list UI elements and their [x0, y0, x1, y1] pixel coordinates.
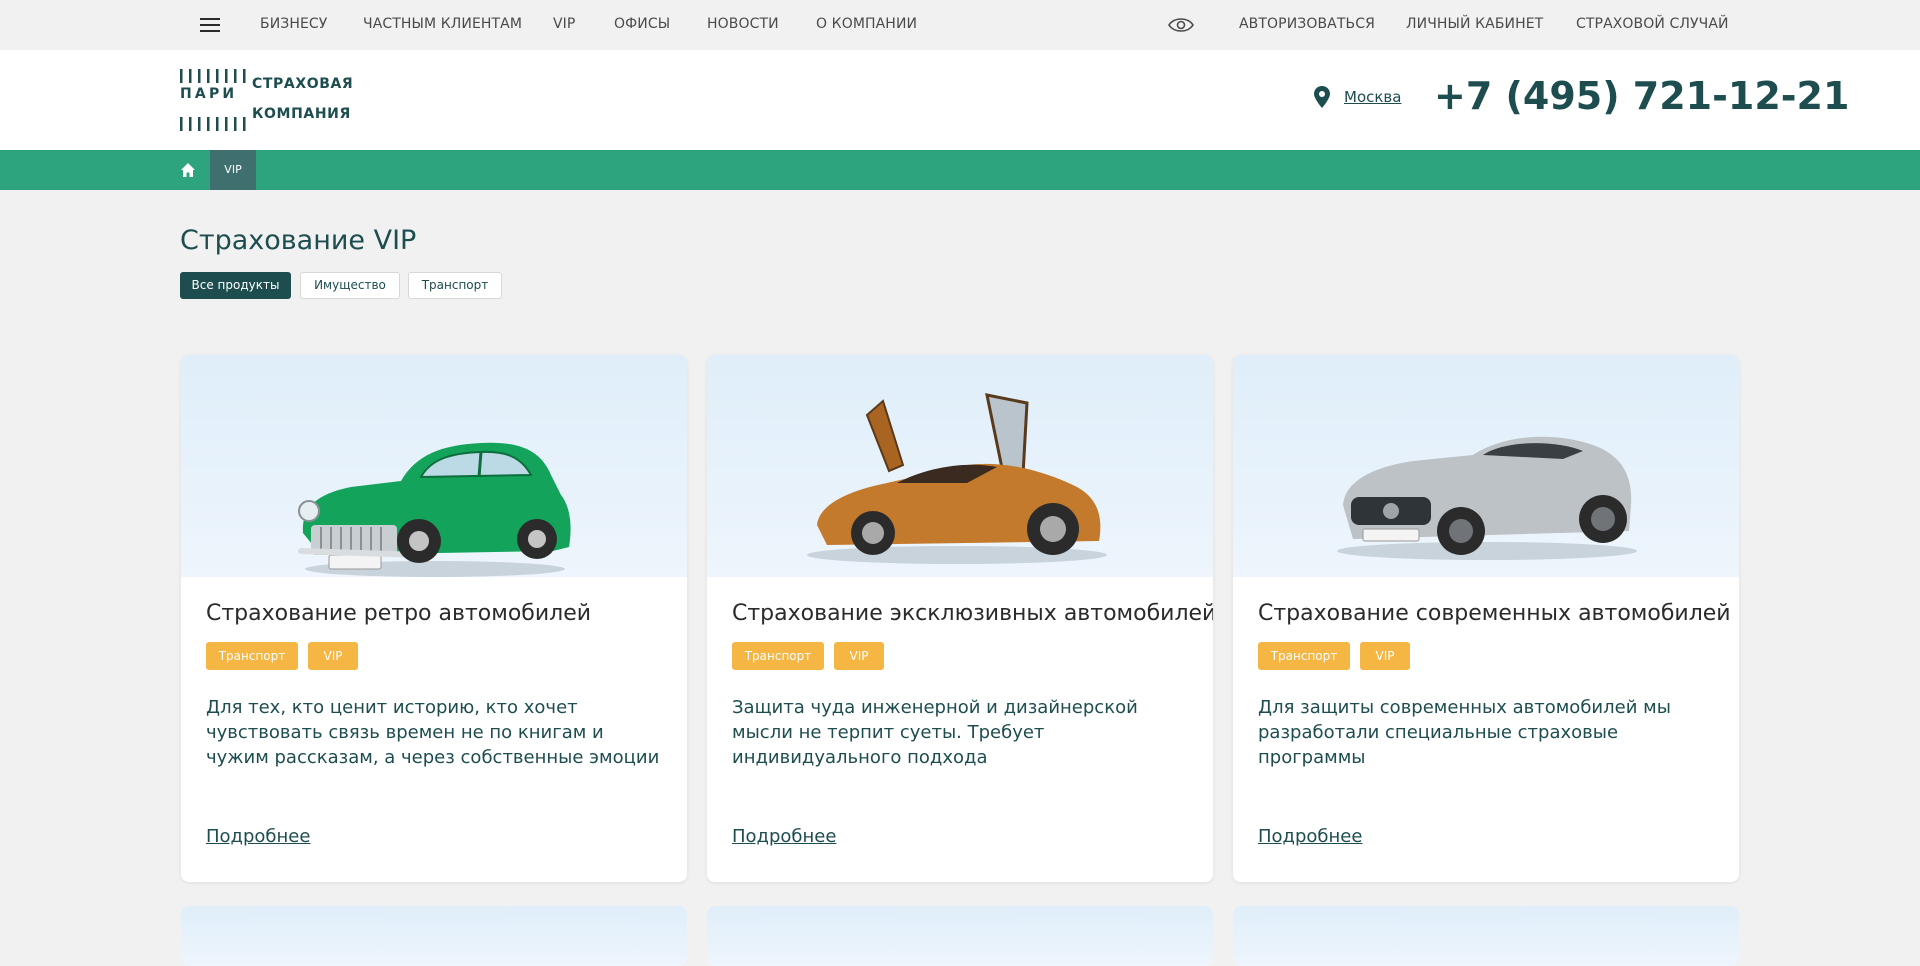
- logo-line-2: КОМПАНИЯ: [252, 106, 351, 122]
- silver-convertible-image: [1337, 436, 1637, 560]
- orange-supercar-image: [807, 393, 1107, 564]
- home-icon[interactable]: [180, 162, 196, 178]
- top-navigation: БИЗНЕСУ ЧАСТНЫМ КЛИЕНТАМ VIP ОФИСЫ НОВОС…: [0, 0, 1920, 50]
- location-pin-icon: [1314, 86, 1330, 108]
- tag-transport[interactable]: Транспорт: [206, 642, 298, 670]
- hamburger-icon[interactable]: [200, 18, 220, 32]
- nav-insurance-case[interactable]: СТРАХОВОЙ СЛУЧАЙ: [1576, 16, 1729, 32]
- nav-private-clients[interactable]: ЧАСТНЫМ КЛИЕНТАМ: [363, 16, 522, 32]
- filter-transport[interactable]: Транспорт: [408, 272, 502, 299]
- nav-vip[interactable]: VIP: [553, 16, 575, 32]
- card-title: Страхование эксклюзивных автомобилей: [732, 601, 1213, 626]
- product-card-partial-2[interactable]: [707, 906, 1213, 966]
- nav-business[interactable]: БИЗНЕСУ: [260, 16, 327, 32]
- more-link[interactable]: Подробнее: [732, 826, 836, 847]
- card-image: [181, 906, 687, 966]
- card-title: Страхование современных автомобилей: [1258, 601, 1731, 626]
- tag-vip[interactable]: VIP: [834, 642, 884, 670]
- filter-all-products[interactable]: Все продукты: [180, 272, 291, 299]
- city-selector[interactable]: Москва: [1344, 88, 1401, 106]
- breadcrumb: VIP: [0, 150, 1920, 190]
- phone-number[interactable]: +7 (495) 721-12-21: [1434, 74, 1849, 118]
- card-image: [1233, 906, 1739, 966]
- card-title: Страхование ретро автомобилей: [206, 601, 592, 626]
- page-title: Страхование VIP: [180, 225, 417, 256]
- card-description: Для защиты современных автомобилей мы ра…: [1258, 697, 1671, 768]
- card-description: Защита чуда инженерной и дизайнерской мы…: [732, 697, 1138, 768]
- logo-word: ПАРИ: [180, 86, 238, 102]
- logo-line-1: СТРАХОВАЯ: [252, 76, 354, 92]
- nav-login[interactable]: АВТОРИЗОВАТЬСЯ: [1239, 16, 1375, 32]
- site-header: ПАРИ СТРАХОВАЯ КОМПАНИЯ Москва +7 (495) …: [0, 50, 1920, 150]
- product-card-partial-3[interactable]: [1233, 906, 1739, 966]
- tag-transport[interactable]: Транспорт: [732, 642, 824, 670]
- product-card-exclusive[interactable]: Страхование эксклюзивных автомобилей Тра…: [707, 355, 1213, 882]
- product-card-modern[interactable]: Страхование современных автомобилей Тран…: [1233, 355, 1739, 882]
- filter-property[interactable]: Имущество: [300, 272, 400, 299]
- card-image: [1233, 355, 1739, 577]
- breadcrumb-current: VIP: [210, 150, 256, 190]
- product-card-retro[interactable]: Страхование ретро автомобилей Транспорт …: [181, 355, 687, 882]
- tag-transport[interactable]: Транспорт: [1258, 642, 1350, 670]
- card-image: [707, 355, 1213, 577]
- nav-about[interactable]: О КОМПАНИИ: [816, 16, 917, 32]
- nav-account[interactable]: ЛИЧНЫЙ КАБИНЕТ: [1406, 16, 1543, 32]
- more-link[interactable]: Подробнее: [1258, 826, 1362, 847]
- more-link[interactable]: Подробнее: [206, 826, 310, 847]
- tag-vip[interactable]: VIP: [308, 642, 358, 670]
- tag-vip[interactable]: VIP: [1360, 642, 1410, 670]
- eye-icon[interactable]: [1168, 15, 1194, 35]
- card-image: [181, 355, 687, 577]
- card-image: [707, 906, 1213, 966]
- nav-offices[interactable]: ОФИСЫ: [614, 16, 670, 32]
- product-card-partial-1[interactable]: [181, 906, 687, 966]
- card-description: Для тех, кто ценит историю, кто хочет чу…: [206, 697, 660, 768]
- green-retro-car-image: [298, 442, 571, 577]
- nav-news[interactable]: НОВОСТИ: [707, 16, 779, 32]
